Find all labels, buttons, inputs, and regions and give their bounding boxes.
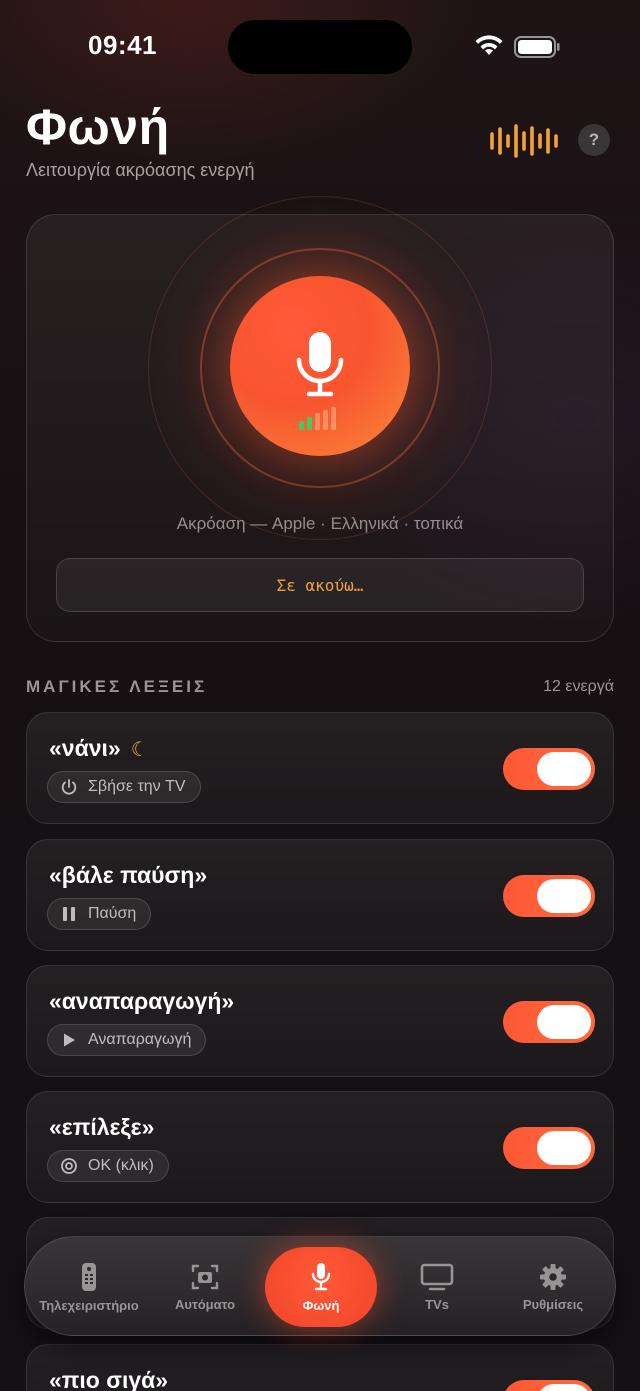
magic-word-card[interactable]: «νάνι» ☾ Σβήσε την TV <box>26 712 614 824</box>
moon-icon: ☾ <box>130 739 149 761</box>
toggle-knob <box>537 1131 591 1165</box>
tab-remote[interactable]: Τηλεχειριστήριο <box>25 1237 153 1337</box>
pause-icon <box>60 905 78 923</box>
section-count: 12 ενεργά <box>543 678 614 695</box>
magic-word-card[interactable]: «βάλε παύση» Παύση <box>26 839 614 951</box>
transcript-field: Σε ακούω… <box>56 558 584 612</box>
tab-label: Τηλεχειριστήριο <box>39 1297 139 1313</box>
remote-icon <box>82 1262 96 1291</box>
camera-scan-icon <box>191 1264 219 1289</box>
mic-icon <box>311 1262 331 1290</box>
page-title: Φωνή <box>26 99 170 155</box>
action-chip: OK (κλικ) <box>47 1150 169 1182</box>
action-chip: Παύση <box>47 898 152 930</box>
battery-icon <box>514 36 560 58</box>
magic-word-phrase: «επίλεξε» <box>49 1114 155 1140</box>
tab-label: Αυτόματο <box>174 1296 236 1312</box>
section-title: ΜΑΓΙΚΕΣ ΛΕΞΕΙΣ <box>26 677 208 696</box>
page-subtitle: Λειτουργία ακρόασης ενεργή <box>26 160 255 180</box>
tab-label: Φωνή <box>302 1297 340 1313</box>
action-label: Αναπαραγωγή <box>88 1031 192 1048</box>
dynamic-island <box>228 20 412 74</box>
tab-label: Ρυθμίσεις <box>522 1296 584 1312</box>
target-icon <box>60 1157 78 1175</box>
tab-label: TVs <box>425 1296 449 1312</box>
status-time: 09:41 <box>88 30 157 60</box>
magic-word-phrase: «βάλε παύση» <box>49 862 208 888</box>
action-label: Παύση <box>88 905 137 922</box>
toggle-knob <box>537 1384 591 1391</box>
enable-toggle[interactable] <box>503 1001 595 1043</box>
magic-word-phrase: «πιο σιγά» <box>49 1367 169 1391</box>
signal-level-icon <box>299 407 336 430</box>
action-label: Σβήσε την TV <box>88 778 186 795</box>
magic-word-card[interactable]: «αναπαραγωγή» Αναπαραγωγή <box>26 965 614 1077</box>
mic-icon <box>296 332 344 397</box>
enable-toggle[interactable] <box>503 748 595 790</box>
enable-toggle[interactable] <box>503 1380 595 1391</box>
play-icon <box>60 1031 78 1049</box>
tab-voice[interactable]: Φωνή <box>265 1237 377 1337</box>
tab-tvs[interactable]: TVs <box>385 1237 489 1337</box>
tv-icon <box>420 1263 454 1290</box>
gear-icon <box>540 1263 566 1290</box>
wifi-icon <box>475 35 503 55</box>
action-chip: Σβήσε την TV <box>47 771 201 803</box>
tab-bar: Τηλεχειριστήριο Αυτόματο Φωνή TVs Ρυθμίσ… <box>24 1236 616 1336</box>
magic-word-card[interactable]: «πιο σιγά» <box>26 1344 614 1391</box>
toggle-knob <box>537 752 591 786</box>
action-chip: Αναπαραγωγή <box>47 1024 207 1056</box>
engine-info: Ακρόαση — Apple · Ελληνικά · τοπικά <box>176 514 464 533</box>
enable-toggle[interactable] <box>503 1127 595 1169</box>
magic-word-card[interactable]: «επίλεξε» OK (κλικ) <box>26 1091 614 1203</box>
magic-word-phrase: «αναπαραγωγή» <box>49 988 235 1014</box>
tab-auto[interactable]: Αυτόματο <box>153 1237 257 1337</box>
toggle-knob <box>537 1005 591 1039</box>
tab-settings[interactable]: Ρυθμίσεις <box>495 1237 611 1337</box>
magic-word-phrase: «νάνι» <box>49 735 121 761</box>
sound-wave-icon[interactable] <box>488 124 560 158</box>
action-label: OK (κλικ) <box>88 1157 154 1174</box>
enable-toggle[interactable] <box>503 875 595 917</box>
power-icon <box>60 778 78 796</box>
help-button[interactable]: ? <box>578 124 610 156</box>
status-bar: 09:41 <box>0 0 640 96</box>
toggle-knob <box>537 879 591 913</box>
